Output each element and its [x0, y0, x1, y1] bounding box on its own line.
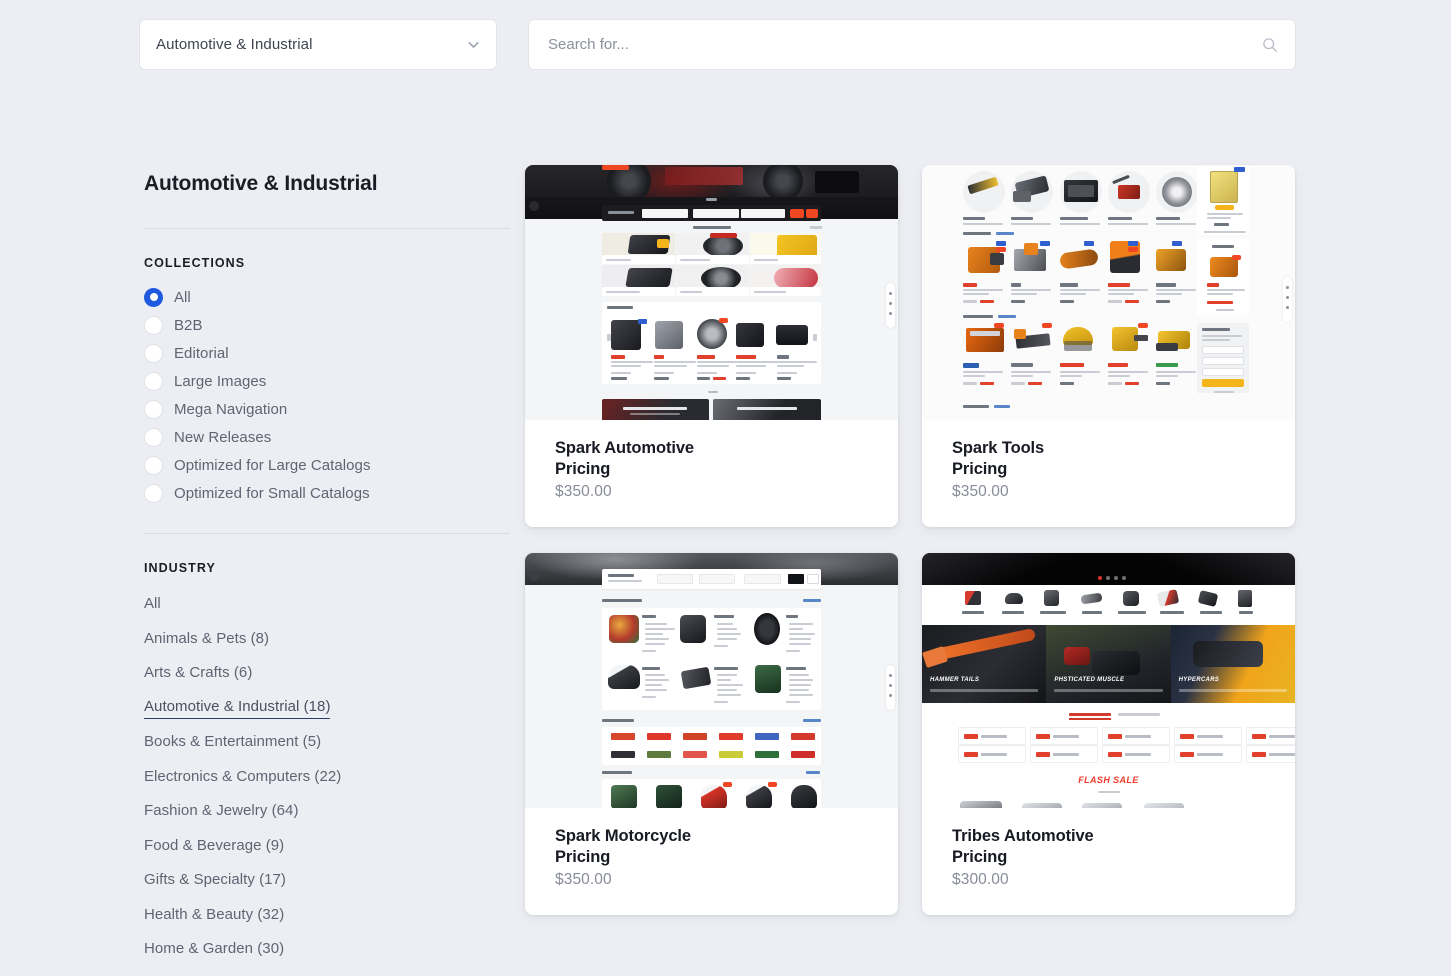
preview-banner-caption: HYPERCARS	[1178, 677, 1220, 683]
industry-heading: INDUSTRY	[144, 561, 216, 575]
radio-icon[interactable]	[144, 483, 163, 503]
industry-item-label: Fashion & Jewelry (64)	[144, 802, 299, 820]
collections-option-label: Optimized for Small Catalogs	[174, 484, 370, 502]
theme-card-title: Spark Motorcycle	[555, 827, 691, 845]
radio-icon[interactable]	[144, 371, 163, 391]
theme-thumbnail-spark-motorcycle	[525, 553, 898, 808]
industry-item-all[interactable]: All	[144, 588, 510, 623]
industry-item-health-beauty[interactable]: Health & Beauty (32)	[144, 899, 510, 934]
industry-item-label: Health & Beauty (32)	[144, 905, 285, 923]
search-icon[interactable]	[1261, 36, 1279, 54]
industry-item-label: All	[144, 595, 161, 613]
preview-banner-caption: HAMMER TAILS	[930, 677, 980, 683]
preview-scroll-handle	[886, 665, 895, 710]
theme-card-subtitle: Pricing	[555, 847, 611, 866]
radio-icon[interactable]	[144, 455, 163, 475]
radio-icon-selected[interactable]	[144, 287, 163, 307]
theme-card-price: $350.00	[555, 483, 612, 500]
industry-item-automotive-industrial[interactable]: Automotive & Industrial (18)	[144, 692, 510, 727]
theme-card-title: Spark Tools	[952, 439, 1045, 457]
industry-item-label: Electronics & Computers (22)	[144, 767, 342, 785]
theme-card-price: $300.00	[952, 871, 1009, 888]
industry-item-label: Animals & Pets (8)	[144, 629, 270, 647]
theme-card-price: $350.00	[555, 871, 612, 888]
collections-option-b2b[interactable]: B2B	[144, 311, 510, 339]
industry-item-books-entertainment[interactable]: Books & Entertainment (5)	[144, 726, 510, 761]
theme-card-title: Tribes Automotive	[952, 827, 1094, 845]
collections-option-optimized-small-catalogs[interactable]: Optimized for Small Catalogs	[144, 479, 510, 507]
radio-icon[interactable]	[144, 315, 163, 335]
theme-card-tribes-automotive[interactable]: HAMMER TAILS PHSTICATED MUSCLE HYPERCARS	[922, 553, 1295, 915]
industry-item-animals-pets[interactable]: Animals & Pets (8)	[144, 623, 510, 658]
preview-scroll-handle	[886, 283, 895, 328]
page-title: Automotive & Industrial	[144, 172, 378, 195]
theme-thumbnail-tribes-automotive: HAMMER TAILS PHSTICATED MUSCLE HYPERCARS	[922, 553, 1295, 808]
theme-card-title: Spark Automotive	[555, 439, 694, 457]
radio-icon[interactable]	[144, 399, 163, 419]
page-root: Automotive & Industrial Automotive & Ind…	[0, 0, 1451, 976]
category-select[interactable]: Automotive & Industrial	[139, 19, 497, 70]
theme-card-subtitle: Pricing	[952, 459, 1008, 478]
industry-item-label: Automotive & Industrial (18)	[144, 698, 331, 720]
collections-option-editorial[interactable]: Editorial	[144, 339, 510, 367]
industry-item-food-beverage[interactable]: Food & Beverage (9)	[144, 830, 510, 865]
collections-radio-group: All B2B Editorial Large Images Mega Navi…	[144, 283, 510, 507]
collections-option-new-releases[interactable]: New Releases	[144, 423, 510, 451]
collections-option-large-images[interactable]: Large Images	[144, 367, 510, 395]
search-input[interactable]	[548, 36, 1261, 53]
collections-option-label: Optimized for Large Catalogs	[174, 456, 371, 474]
divider-industry	[144, 533, 510, 534]
preview-banner-caption: PHSTICATED MUSCLE	[1054, 677, 1125, 683]
theme-card-price: $350.00	[952, 483, 1009, 500]
theme-thumbnail-spark-tools	[922, 165, 1295, 420]
theme-card-spark-tools[interactable]: Spark Tools Pricing $350.00	[922, 165, 1295, 527]
theme-card-subtitle: Pricing	[555, 459, 611, 478]
divider-top	[144, 228, 510, 229]
collections-option-label: New Releases	[174, 428, 272, 446]
theme-card-spark-automotive[interactable]: Spark Automotive Pricing $350.00	[525, 165, 898, 527]
filter-sidebar: Automotive & Industrial COLLECTIONS All …	[144, 170, 510, 968]
preview-scroll-handle	[1283, 277, 1292, 322]
collections-option-label: All	[174, 288, 191, 306]
industry-item-label: Gifts & Specialty (17)	[144, 871, 286, 889]
preview-flash-sale-label: FLASH SALE	[1078, 775, 1139, 785]
collections-option-mega-navigation[interactable]: Mega Navigation	[144, 395, 510, 423]
theme-card-spark-motorcycle[interactable]: Spark Motorcycle Pricing $350.00	[525, 553, 898, 915]
industry-item-fashion-jewelry[interactable]: Fashion & Jewelry (64)	[144, 795, 510, 830]
theme-card-subtitle: Pricing	[952, 847, 1008, 866]
chevron-down-icon	[465, 36, 482, 53]
collections-option-label: Editorial	[174, 344, 229, 362]
radio-icon[interactable]	[144, 427, 163, 447]
industry-item-label: Food & Beverage (9)	[144, 836, 285, 854]
collections-option-optimized-large-catalogs[interactable]: Optimized for Large Catalogs	[144, 451, 510, 479]
top-bar: Automotive & Industrial	[0, 0, 1451, 90]
industry-item-electronics-computers[interactable]: Electronics & Computers (22)	[144, 761, 510, 796]
radio-icon[interactable]	[144, 343, 163, 363]
industry-item-label: Books & Entertainment (5)	[144, 733, 322, 751]
industry-item-label: Home & Garden (30)	[144, 940, 285, 958]
collections-option-all[interactable]: All	[144, 283, 510, 311]
collections-heading: COLLECTIONS	[144, 256, 246, 270]
industry-item-label: Arts & Crafts (6)	[144, 664, 253, 682]
collections-option-label: Large Images	[174, 372, 267, 390]
collections-option-label: Mega Navigation	[174, 400, 288, 418]
category-select-value: Automotive & Industrial	[156, 36, 313, 53]
industry-item-home-garden[interactable]: Home & Garden (30)	[144, 933, 510, 968]
theme-results-grid: Spark Automotive Pricing $350.00 Spark T…	[525, 165, 1297, 915]
industry-list: All Animals & Pets (8) Arts & Crafts (6)…	[144, 588, 510, 968]
industry-item-arts-crafts[interactable]: Arts & Crafts (6)	[144, 657, 510, 692]
search-box[interactable]	[528, 19, 1296, 70]
theme-thumbnail-spark-automotive	[525, 165, 898, 420]
collections-option-label: B2B	[174, 316, 203, 334]
industry-item-gifts-specialty[interactable]: Gifts & Specialty (17)	[144, 864, 510, 899]
